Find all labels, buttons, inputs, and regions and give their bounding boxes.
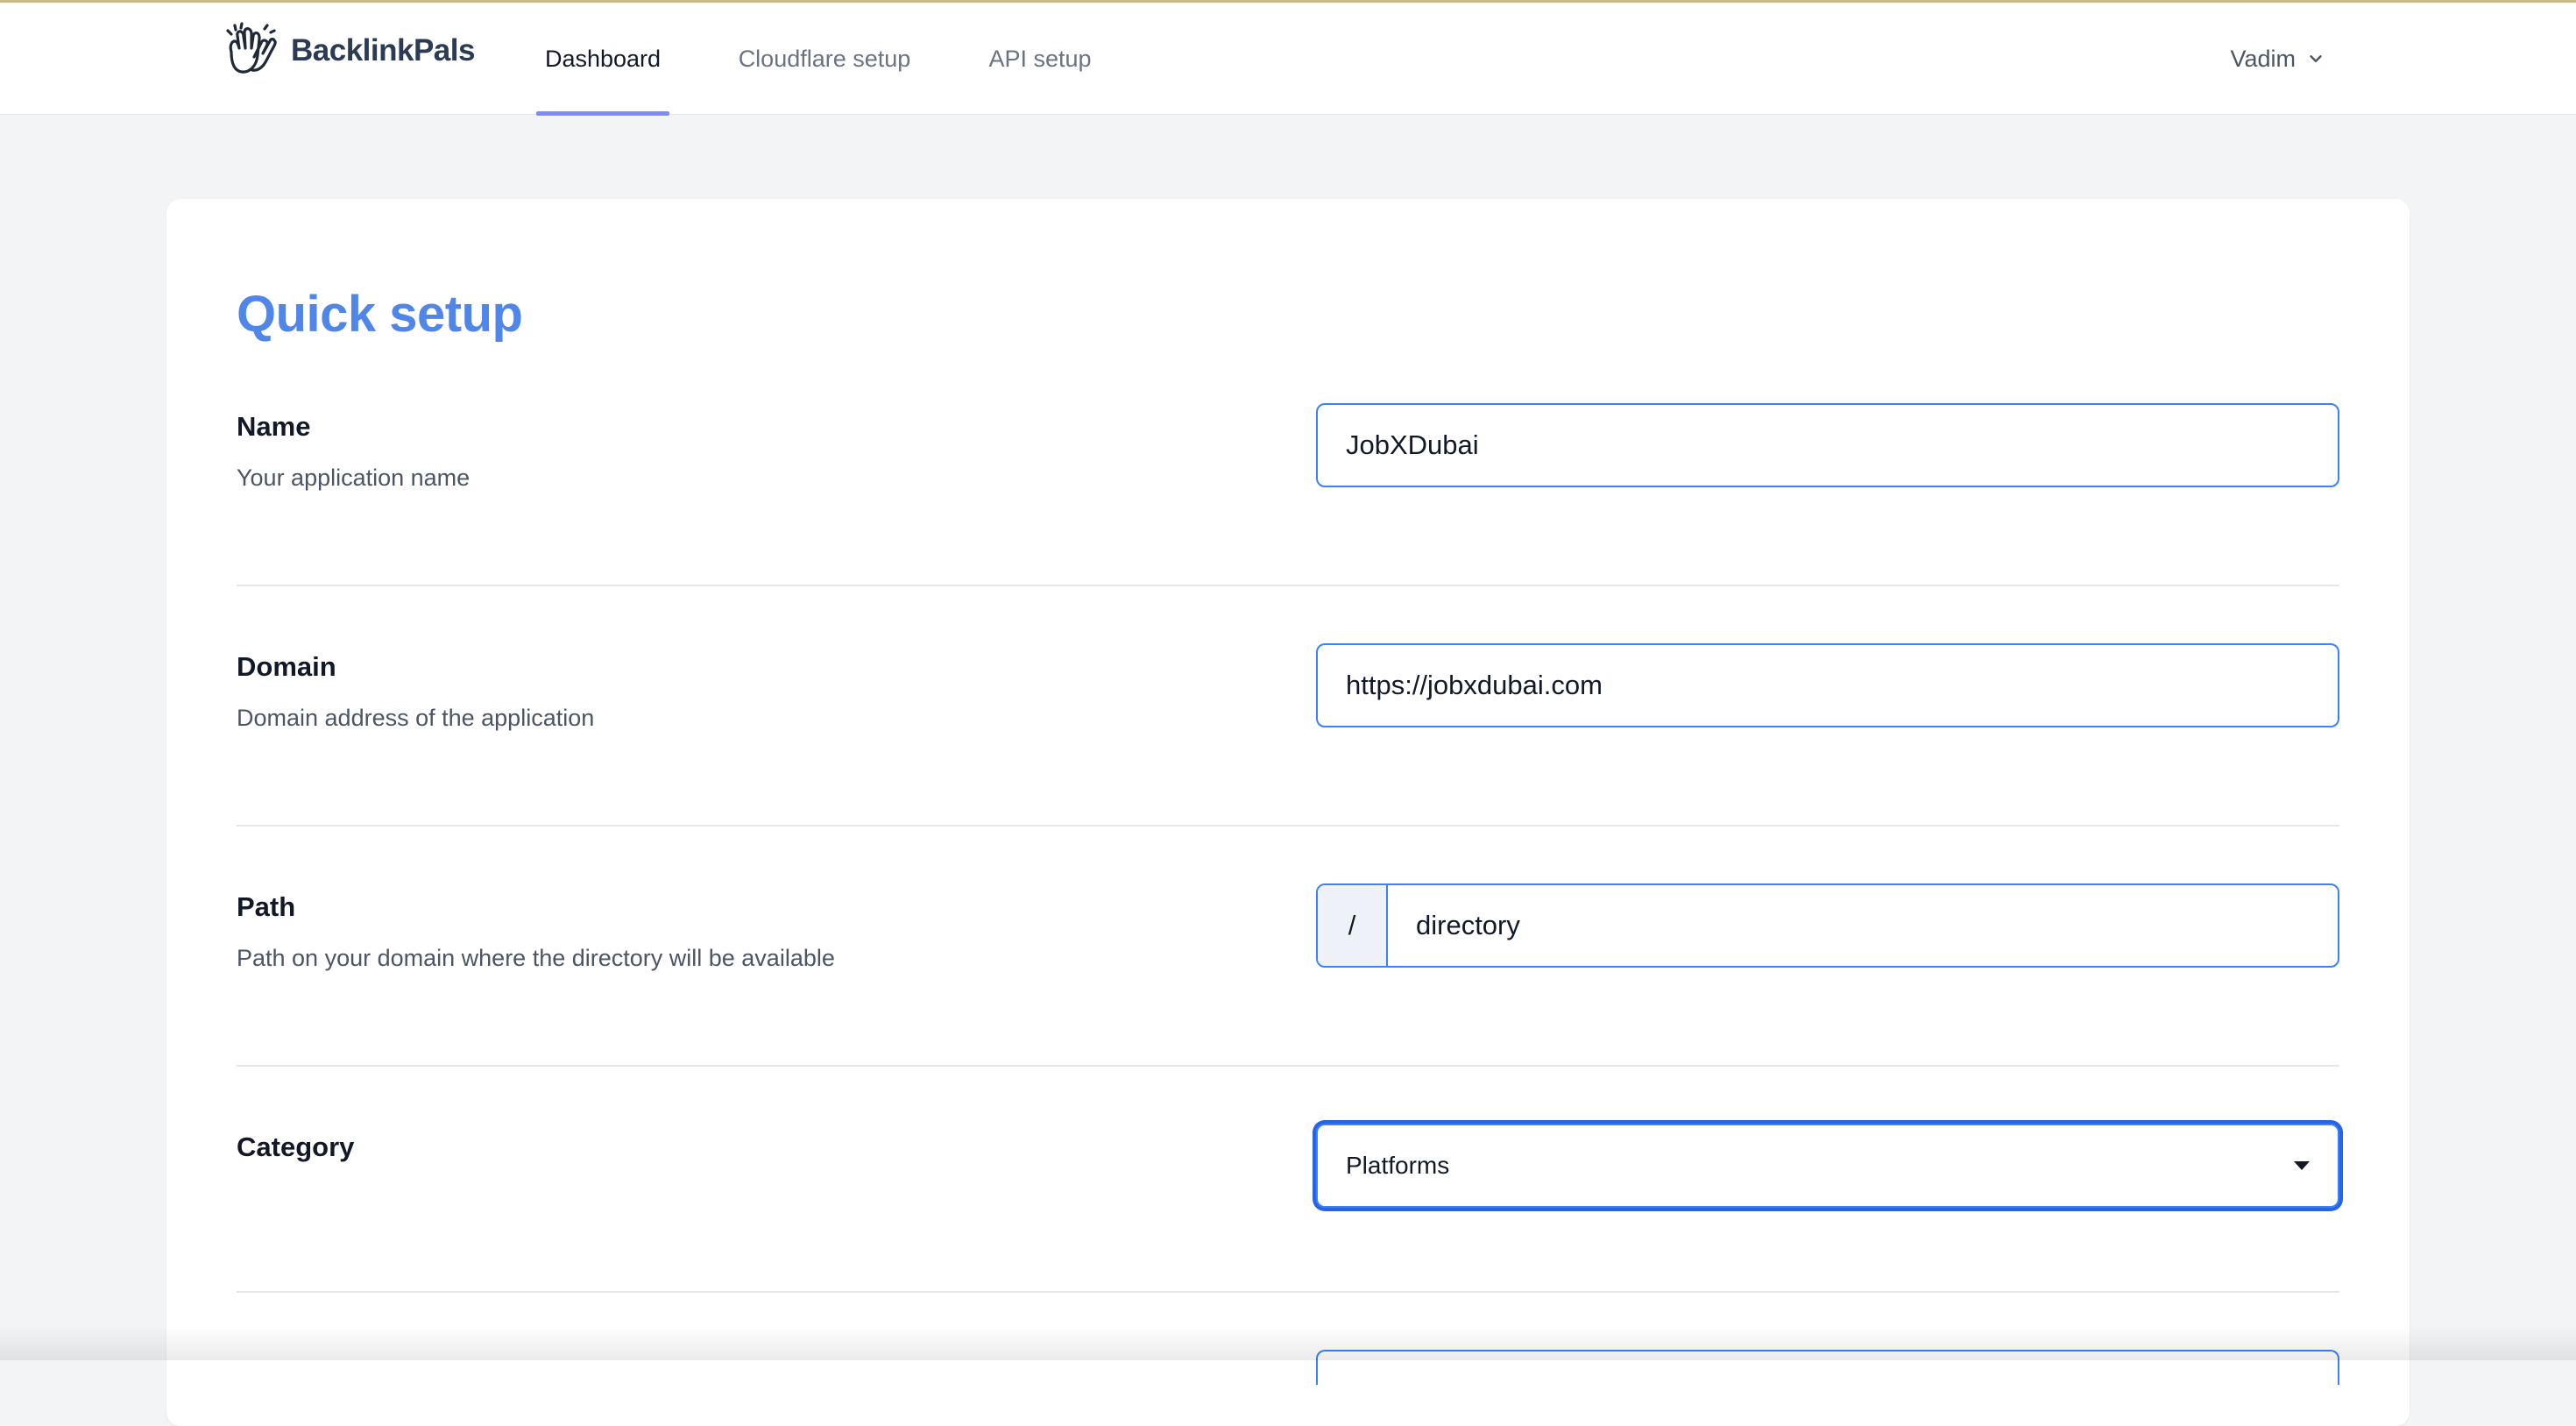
tab-api-setup-label: API setup [988, 46, 1091, 73]
tab-dashboard-label: Dashboard [545, 46, 661, 73]
domain-field[interactable] [1316, 643, 2339, 727]
page-title: Quick setup [237, 285, 522, 344]
domain-input[interactable] [1318, 645, 2338, 726]
tab-api-setup[interactable]: API setup [980, 3, 1100, 115]
divider [237, 1065, 2339, 1067]
quick-setup-card: Quick setup Name Your application name D… [166, 199, 2410, 1426]
chevron-down-icon [2306, 49, 2325, 68]
name-label: Name [237, 411, 310, 443]
path-input[interactable] [1388, 885, 2338, 966]
user-name: Vadim [2230, 46, 2296, 73]
category-label: Category [237, 1132, 354, 1163]
domain-hint: Domain address of the application [237, 705, 594, 732]
divider [237, 825, 2339, 827]
divider [237, 1291, 2339, 1293]
brand-name: BacklinkPals [291, 33, 475, 68]
waving-hands-icon [223, 22, 279, 80]
category-select[interactable]: Platforms [1316, 1124, 2339, 1208]
path-hint: Path on your domain where the directory … [237, 945, 835, 972]
name-field[interactable] [1316, 403, 2339, 487]
tab-cloudflare-setup-label: Cloudflare setup [739, 46, 911, 73]
name-input[interactable] [1318, 405, 2338, 486]
brand-logo[interactable]: BacklinkPals [223, 20, 475, 82]
divider [237, 585, 2339, 586]
top-navbar: BacklinkPals Dashboard Cloudflare setup … [0, 3, 2576, 115]
caret-down-icon [2294, 1161, 2310, 1170]
user-menu[interactable]: Vadim [2230, 3, 2325, 115]
domain-label: Domain [237, 651, 336, 683]
category-selected-value: Platforms [1346, 1152, 1449, 1180]
path-prefix: / [1318, 885, 1388, 966]
path-field[interactable]: / [1316, 883, 2339, 968]
path-label: Path [237, 891, 295, 923]
name-hint: Your application name [237, 465, 470, 492]
next-field[interactable] [1316, 1350, 2339, 1385]
tab-dashboard[interactable]: Dashboard [536, 3, 669, 115]
tab-cloudflare-setup[interactable]: Cloudflare setup [725, 3, 924, 115]
